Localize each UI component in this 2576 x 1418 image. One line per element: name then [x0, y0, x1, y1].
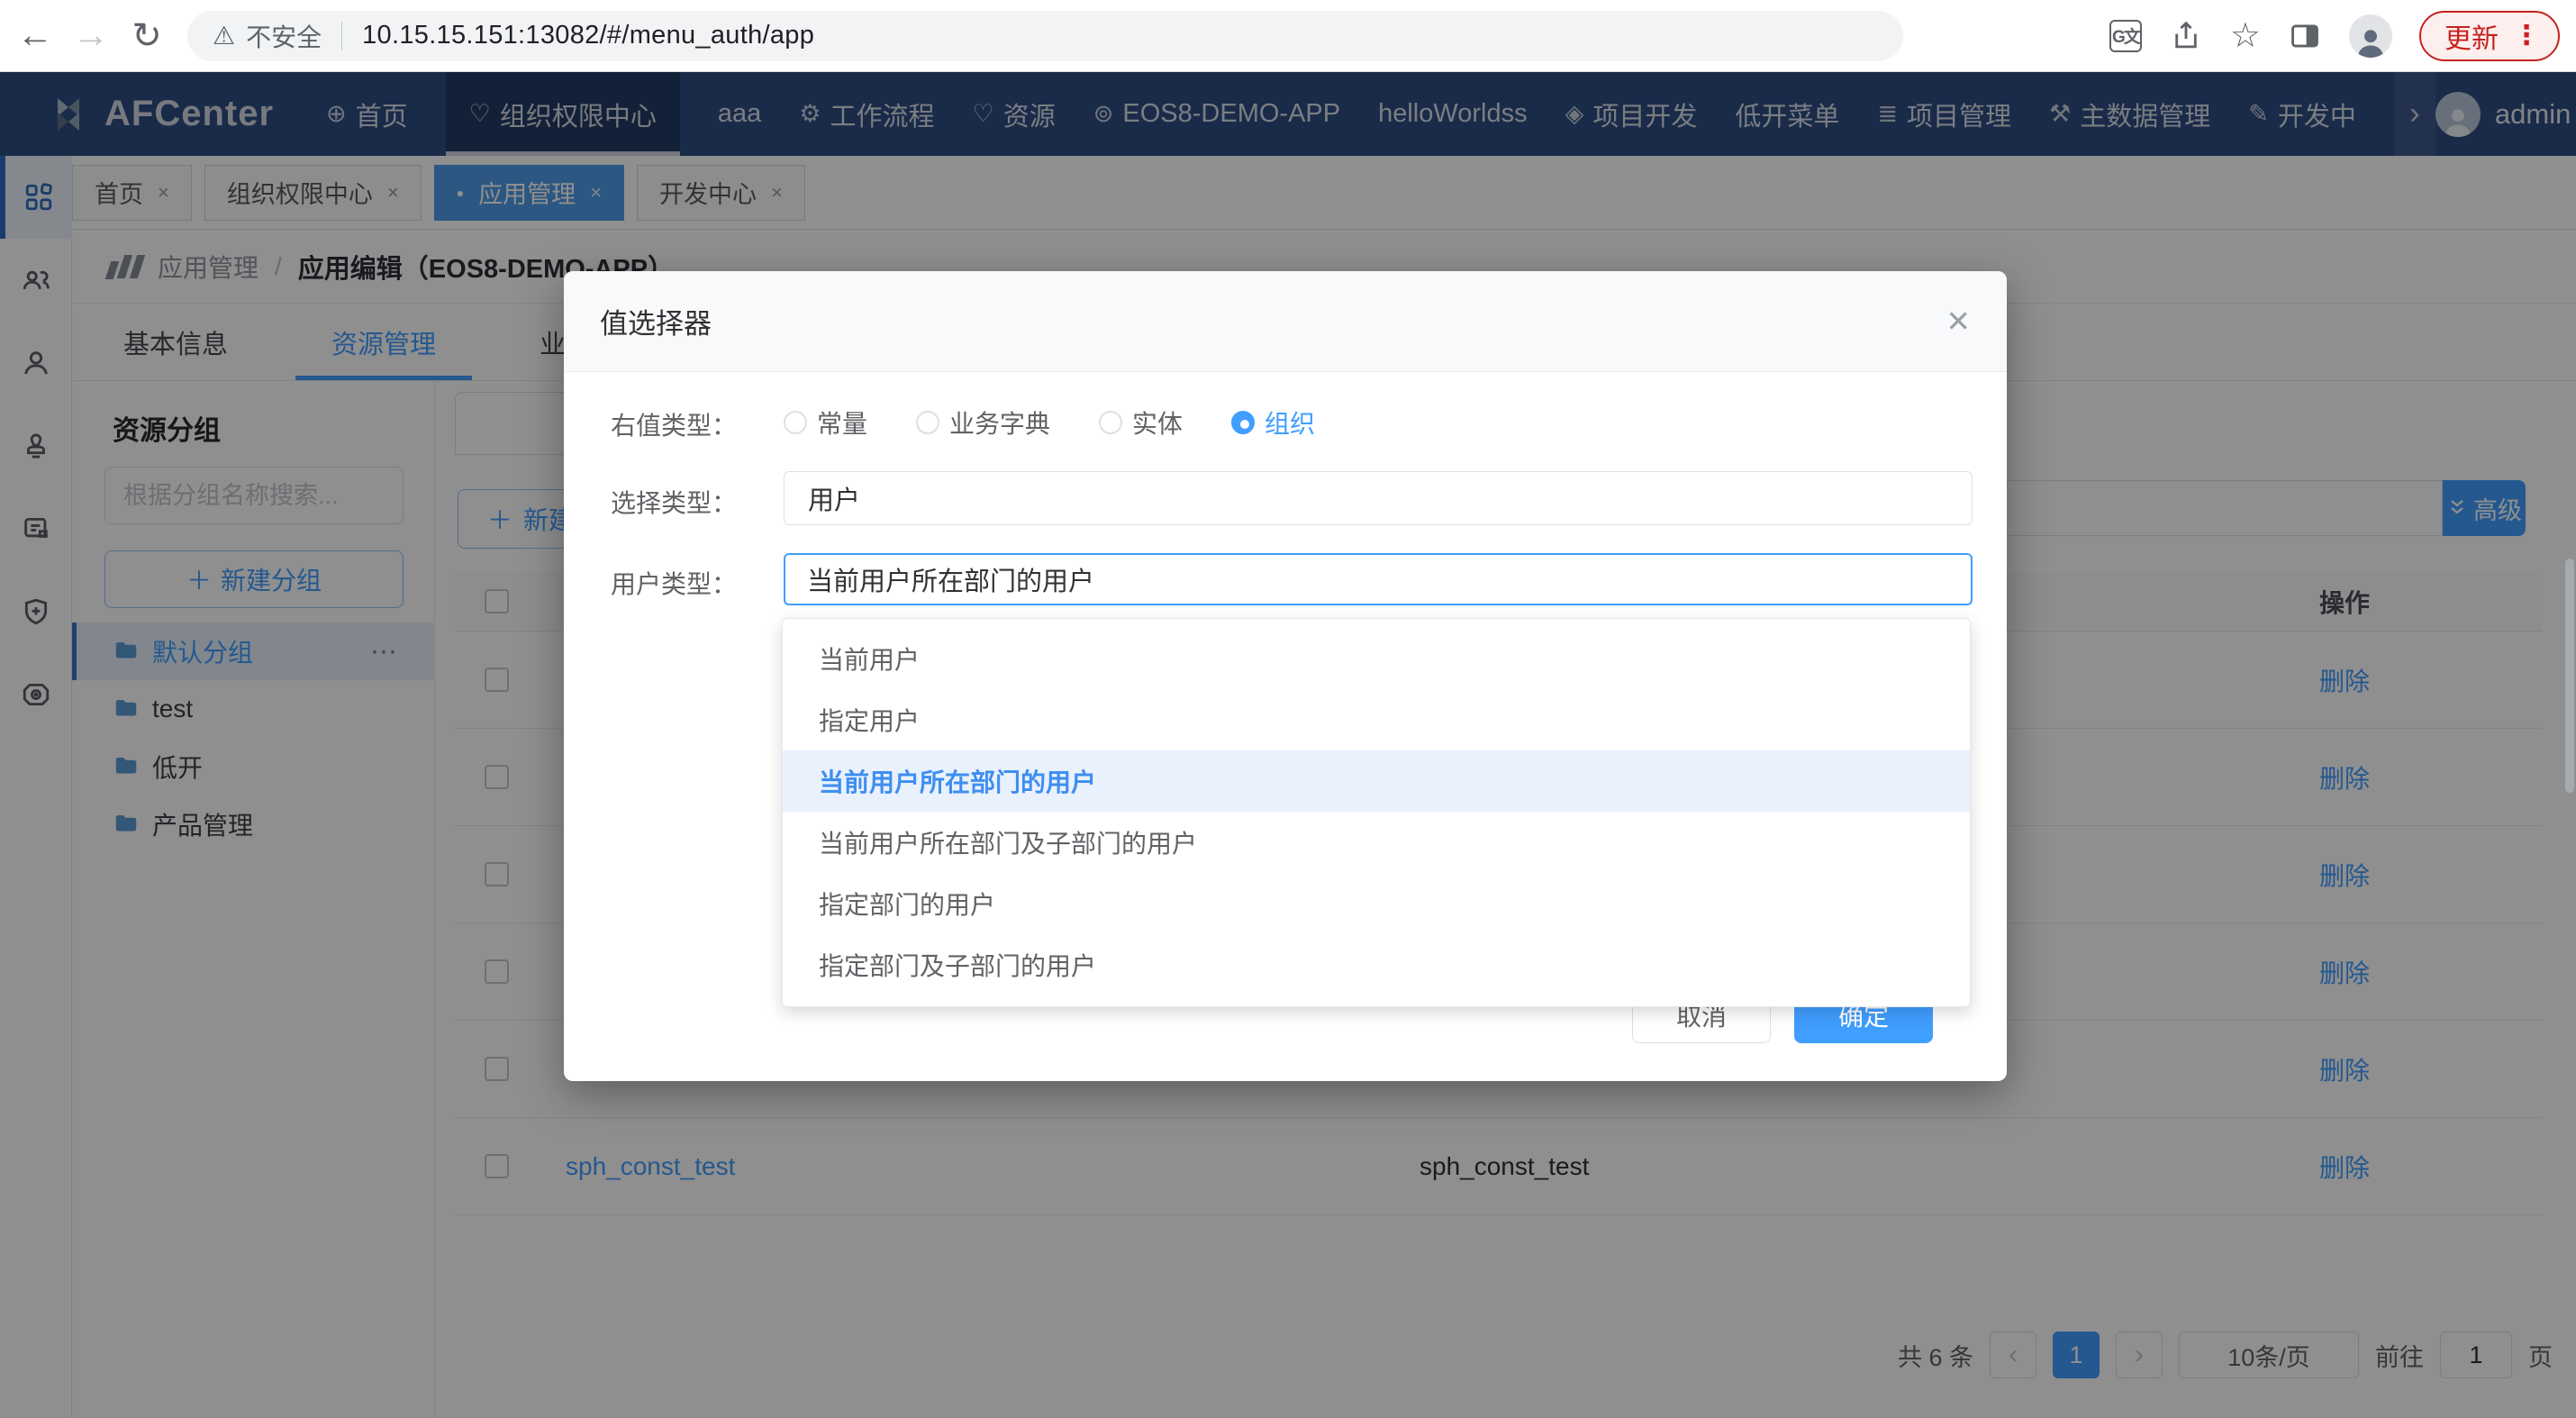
- radio-constant[interactable]: 常量: [784, 404, 867, 441]
- warning-triangle-icon: ⚠: [213, 21, 235, 50]
- screen: AFCenter ⊕首页 ♡组织权限中心 aaa ⚙工作流程 ♡资源 ⊚EOS8…: [0, 0, 2576, 1418]
- translate-icon[interactable]: G文: [2109, 20, 2142, 52]
- browser-chrome: ← → ↻ ⚠ 不安全 10.15.15.151:13082/#/menu_au…: [0, 0, 2576, 72]
- address-bar-divider: [341, 22, 342, 50]
- option-specified-dept-subdept-users[interactable]: 指定部门及子部门的用户: [783, 934, 1970, 995]
- value-selector-dialog: 值选择器 ✕ 右值类型： 常量 业务字典 实体 组织 选择类型： 用户 用户类型…: [564, 271, 2007, 1081]
- option-current-user-dept-subdept-users[interactable]: 当前用户所在部门及子部门的用户: [783, 812, 1970, 873]
- dialog-header: 值选择器 ✕: [564, 271, 2007, 372]
- chrome-actions: G文 ☆ 更新 ⋮: [2109, 11, 2560, 61]
- address-bar[interactable]: ⚠ 不安全 10.15.15.151:13082/#/menu_auth/app: [187, 11, 1903, 61]
- radio-circle-icon: [1231, 411, 1255, 434]
- browser-menu-icon[interactable]: ⋮: [2513, 20, 2540, 51]
- radio-circle-icon: [1099, 411, 1122, 434]
- option-current-user-dept-users[interactable]: 当前用户所在部门的用户: [783, 750, 1970, 812]
- option-specified-user[interactable]: 指定用户: [783, 689, 1970, 750]
- radio-circle-icon: [784, 411, 807, 434]
- radio-circle-icon: [916, 411, 939, 434]
- dialog-title: 值选择器: [600, 301, 712, 341]
- bookmark-star-icon[interactable]: ☆: [2230, 19, 2261, 53]
- scrollbar-thumb[interactable]: [2565, 559, 2574, 793]
- browser-reload-button[interactable]: ↻: [119, 15, 175, 57]
- browser-profile-avatar[interactable]: [2349, 14, 2392, 58]
- user-type-dropdown: 当前用户 指定用户 当前用户所在部门的用户 当前用户所在部门及子部门的用户 指定…: [782, 618, 1971, 1007]
- radio-business-dict[interactable]: 业务字典: [916, 404, 1050, 441]
- browser-update-button[interactable]: 更新 ⋮: [2419, 11, 2560, 61]
- select-type-label: 选择类型：: [591, 484, 737, 520]
- right-type-radio-group: 常量 业务字典 实体 组织: [784, 404, 1315, 441]
- share-icon[interactable]: [2169, 19, 2203, 53]
- security-label[interactable]: 不安全: [246, 18, 322, 54]
- page-url[interactable]: 10.15.15.151:13082/#/menu_auth/app: [362, 21, 814, 50]
- dialog-close-icon[interactable]: ✕: [1946, 306, 1971, 336]
- select-type-select[interactable]: 用户: [784, 471, 1973, 525]
- radio-entity[interactable]: 实体: [1099, 404, 1183, 441]
- browser-forward-button[interactable]: →: [63, 15, 119, 56]
- browser-back-button[interactable]: ←: [7, 15, 63, 56]
- option-current-user[interactable]: 当前用户: [783, 628, 1970, 689]
- right-type-row: 右值类型： 常量 业务字典 实体 组织: [564, 404, 2007, 437]
- option-specified-dept-users[interactable]: 指定部门的用户: [783, 873, 1970, 934]
- user-type-label: 用户类型：: [591, 565, 737, 601]
- right-type-label: 右值类型：: [591, 406, 737, 442]
- user-type-select[interactable]: [784, 553, 1973, 605]
- user-type-row: 用户类型：: [564, 553, 2007, 605]
- person-icon: [2353, 23, 2389, 58]
- select-type-row: 选择类型： 用户: [564, 471, 2007, 525]
- side-panel-icon[interactable]: [2288, 19, 2322, 53]
- radio-organization[interactable]: 组织: [1231, 404, 1315, 441]
